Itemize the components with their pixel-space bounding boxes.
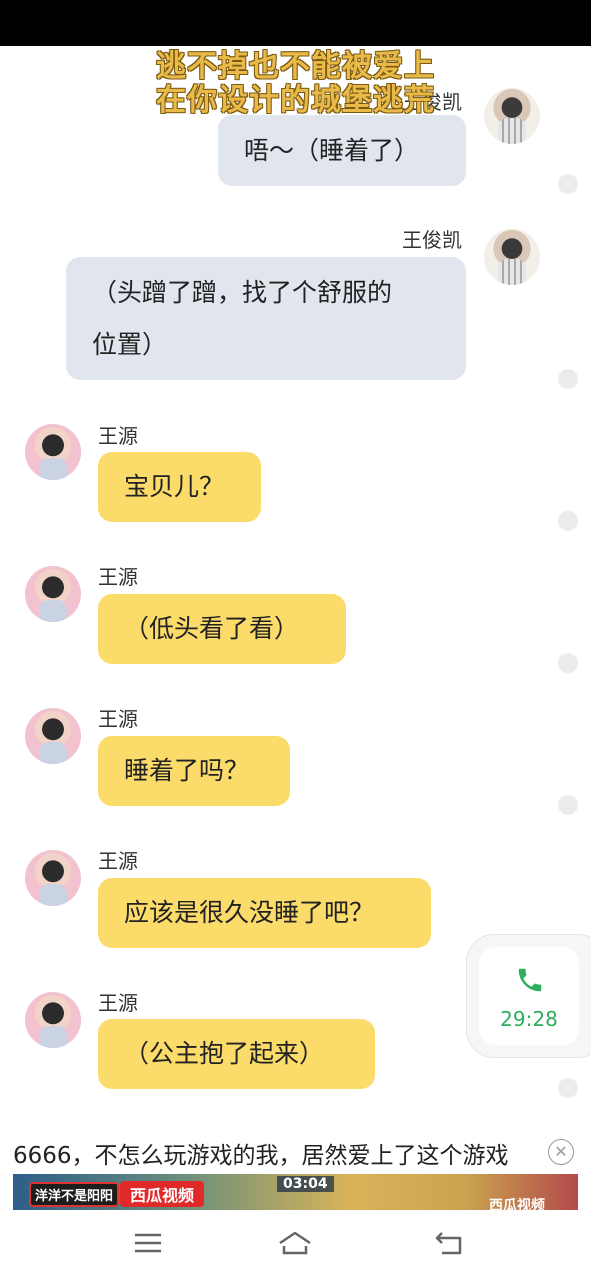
select-dot[interactable] — [558, 174, 578, 194]
back-icon[interactable] — [432, 1228, 468, 1258]
ad-banner[interactable]: 洋洋不是阳阳 西瓜视频 03:04 西瓜视频 — [13, 1174, 578, 1210]
message-bubble[interactable]: （头蹭了蹭，找了个舒服的 位置） — [66, 257, 466, 380]
ad-title[interactable]: 6666，不怎么玩游戏的我，居然爱上了这个游戏 — [13, 1136, 509, 1170]
ad-channel-tag: 洋洋不是阳阳 — [29, 1182, 120, 1207]
select-dot[interactable] — [558, 511, 578, 531]
message-bubble[interactable]: （低头看了看） — [98, 594, 346, 664]
lyrics-line-1: 逃不掉也不能被爱上 — [156, 49, 435, 84]
home-icon[interactable] — [277, 1228, 313, 1258]
ad-source-tag: 西瓜视频 — [120, 1181, 205, 1207]
sender-name: 王俊凯 — [402, 228, 462, 252]
avatar[interactable] — [25, 992, 81, 1048]
status-bar — [0, 0, 591, 46]
select-dot[interactable] — [558, 795, 578, 815]
message-line: 位置） — [92, 330, 168, 359]
sender-name: 王源 — [98, 849, 138, 873]
avatar[interactable] — [25, 708, 81, 764]
phone-icon — [518, 968, 542, 992]
sender-name: 王源 — [98, 565, 138, 589]
message-bubble[interactable]: 宝贝儿？ — [98, 452, 261, 522]
ad-game-time: 03:04 — [277, 1176, 334, 1192]
message-bubble[interactable]: （公主抱了起来） — [98, 1019, 375, 1089]
select-dot[interactable] — [558, 1078, 578, 1098]
sender-name: 王源 — [98, 424, 138, 448]
sender-name: 王俊凯 — [402, 90, 462, 114]
ad-brand-label: 西瓜视频 — [489, 1198, 545, 1210]
sender-name: 王源 — [98, 991, 138, 1015]
avatar[interactable] — [25, 566, 81, 622]
call-float-widget[interactable]: 29:28 — [466, 934, 591, 1058]
select-dot[interactable] — [558, 653, 578, 673]
call-duration: 29:28 — [500, 1007, 558, 1031]
close-icon[interactable]: ✕ — [548, 1139, 574, 1165]
message-bubble[interactable]: 睡着了吗？ — [98, 736, 290, 806]
message-bubble[interactable]: 应该是很久没睡了吧？ — [98, 878, 431, 948]
avatar[interactable] — [25, 850, 81, 906]
avatar[interactable] — [25, 424, 81, 480]
avatar[interactable] — [484, 88, 540, 144]
call-widget-card[interactable]: 29:28 — [479, 947, 579, 1045]
sender-name: 王源 — [98, 707, 138, 731]
message-bubble[interactable]: 唔～（睡着了） — [218, 115, 466, 186]
select-dot[interactable] — [558, 369, 578, 389]
menu-icon[interactable] — [130, 1228, 166, 1258]
message-line: （头蹭了蹭，找了个舒服的 — [92, 278, 393, 307]
system-nav-bar — [0, 1210, 591, 1280]
avatar[interactable] — [484, 229, 540, 285]
